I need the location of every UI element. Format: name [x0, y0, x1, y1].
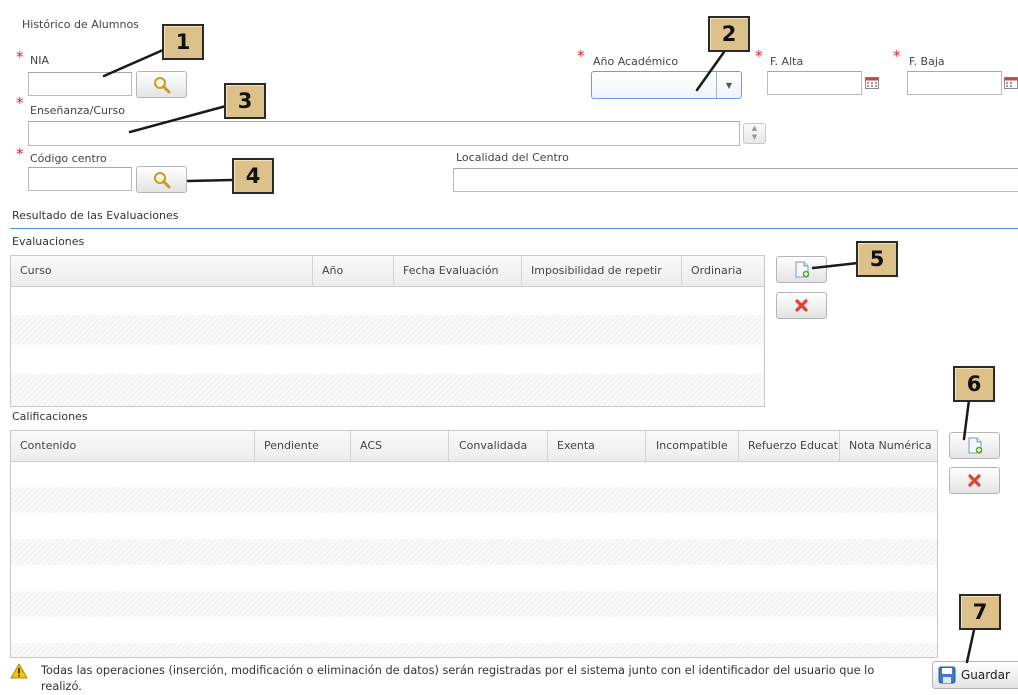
- callout-badge: 3: [224, 83, 266, 119]
- table-row[interactable]: [11, 539, 937, 565]
- calificaciones-header: Contenido Pendiente ACS Convalidada Exen…: [11, 431, 937, 462]
- codigo-centro-field[interactable]: [28, 167, 132, 191]
- resultados-title: Resultado de las Evaluaciones: [12, 209, 179, 222]
- new-document-icon: [968, 437, 982, 454]
- column-header[interactable]: Pendiente: [255, 431, 351, 461]
- delete-calificacion-button[interactable]: [949, 467, 1000, 494]
- table-row[interactable]: [11, 513, 937, 539]
- callout-badge: 5: [856, 241, 898, 277]
- add-calificacion-button[interactable]: [949, 432, 1000, 459]
- leader-line: [186, 178, 234, 183]
- table-row[interactable]: [11, 617, 937, 643]
- ensenanza-curso-field[interactable]: [28, 121, 740, 146]
- nia-field[interactable]: [28, 72, 132, 96]
- codigo-centro-label: Código centro: [30, 152, 107, 165]
- required-marker: *: [16, 48, 24, 66]
- calificaciones-title: Calificaciones: [12, 410, 88, 423]
- callout-badge: 4: [232, 158, 274, 194]
- column-header[interactable]: ACS: [351, 431, 449, 461]
- column-header[interactable]: Incompatible: [646, 431, 739, 461]
- required-marker: *: [577, 47, 585, 65]
- table-row[interactable]: [11, 643, 937, 657]
- callout-badge: 6: [953, 366, 995, 402]
- required-marker: *: [755, 47, 763, 65]
- calificaciones-grid[interactable]: Contenido Pendiente ACS Convalidada Exen…: [10, 430, 938, 658]
- nia-search-button[interactable]: [136, 71, 187, 98]
- add-evaluacion-button[interactable]: [776, 256, 827, 283]
- localidad-label: Localidad del Centro: [456, 151, 569, 164]
- table-row[interactable]: [11, 286, 764, 315]
- red-x-icon: [968, 474, 981, 487]
- nia-label: NIA: [30, 54, 49, 67]
- ensenanza-label: Enseñanza/Curso: [30, 104, 125, 117]
- required-marker: *: [16, 94, 24, 112]
- table-row[interactable]: [11, 345, 764, 374]
- callout-badge: 2: [708, 16, 750, 52]
- evaluaciones-grid[interactable]: Curso Año Fecha Evaluación Imposibilidad…: [10, 255, 765, 407]
- new-document-icon: [795, 261, 809, 278]
- column-header[interactable]: Exenta: [548, 431, 646, 461]
- section-divider: [10, 228, 1018, 229]
- evaluaciones-header: Curso Año Fecha Evaluación Imposibilidad…: [11, 256, 764, 287]
- column-header[interactable]: Fecha Evaluación: [394, 256, 522, 286]
- table-row[interactable]: [11, 565, 937, 591]
- f-baja-label: F. Baja: [909, 55, 945, 68]
- localidad-field[interactable]: [453, 168, 1018, 192]
- column-header[interactable]: Imposibilidad de repetir: [522, 256, 682, 286]
- required-marker: *: [893, 47, 901, 65]
- audit-notice: Todas las operaciones (inserción, modifi…: [41, 664, 875, 693]
- column-header[interactable]: Nota Numérica: [840, 431, 937, 461]
- anio-label: Año Académico: [593, 55, 679, 68]
- table-row[interactable]: [11, 461, 937, 487]
- column-header[interactable]: Año: [313, 256, 394, 286]
- table-row[interactable]: [11, 374, 764, 406]
- column-header[interactable]: Contenido: [11, 431, 255, 461]
- column-header[interactable]: Ordinaria: [682, 256, 764, 286]
- floppy-disk-icon: [938, 666, 956, 684]
- anio-academico-select[interactable]: ▼: [591, 71, 742, 99]
- calendar-icon[interactable]: [865, 77, 879, 89]
- save-button[interactable]: Guardar: [932, 661, 1018, 689]
- search-icon: [153, 171, 170, 188]
- warning-icon: [10, 663, 28, 679]
- column-header[interactable]: Convalidada: [449, 431, 548, 461]
- f-alta-label: F. Alta: [770, 55, 804, 68]
- table-row[interactable]: [11, 591, 937, 617]
- callout-badge: 1: [162, 24, 204, 60]
- red-x-icon: [795, 299, 808, 312]
- column-header[interactable]: Refuerzo Educativo: [739, 431, 840, 461]
- chevron-down-icon[interactable]: ▼: [716, 72, 741, 98]
- column-header[interactable]: Curso: [11, 256, 313, 286]
- codigo-search-button[interactable]: [136, 166, 187, 193]
- callout-badge: 7: [959, 594, 1001, 630]
- spinner-icon[interactable]: ▲ ▼: [743, 123, 766, 144]
- page-title: Histórico de Alumnos: [22, 18, 139, 31]
- search-icon: [153, 76, 170, 93]
- calendar-icon[interactable]: [1004, 77, 1018, 89]
- save-button-label: Guardar: [961, 668, 1010, 682]
- f-alta-field[interactable]: [767, 71, 862, 95]
- table-row[interactable]: [11, 315, 764, 345]
- table-row[interactable]: [11, 487, 937, 513]
- f-baja-field[interactable]: [907, 71, 1002, 95]
- required-marker: *: [16, 145, 24, 163]
- leader-line: [965, 628, 976, 664]
- delete-evaluacion-button[interactable]: [776, 292, 827, 319]
- evaluaciones-title: Evaluaciones: [12, 235, 85, 248]
